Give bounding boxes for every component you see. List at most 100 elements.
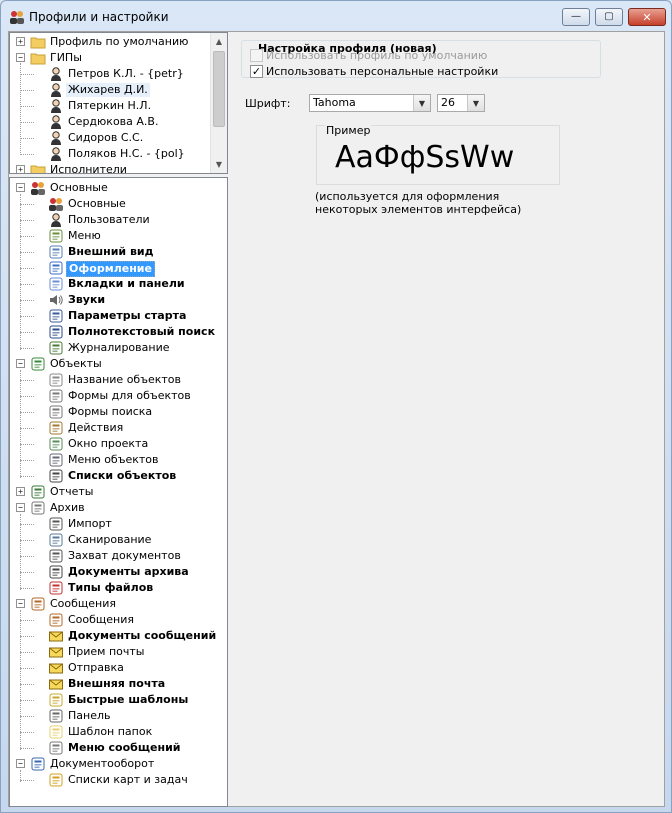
nav-tree-item[interactable]: Списки карт и задач (10, 772, 227, 788)
minimize-button[interactable]: — (562, 8, 590, 26)
nav-tree-item[interactable]: Прием почты (10, 644, 227, 660)
collapse-icon[interactable]: − (16, 183, 25, 192)
profile-tree-item[interactable]: Петров К.Л. - {petr} (10, 66, 227, 82)
tree-connector (20, 332, 34, 333)
scroll-up-icon[interactable]: ▲ (211, 33, 227, 50)
tree-connector (20, 220, 34, 221)
nav-tree-item[interactable]: Отправка (10, 660, 227, 676)
nav-tree-item[interactable]: Внешняя почта (10, 676, 227, 692)
font-name-select[interactable]: Tahoma ▼ (309, 94, 431, 112)
profile-tree-item[interactable]: + Профиль по умолчанию (10, 34, 227, 50)
envelope-icon (48, 676, 64, 692)
profile-tree-item[interactable]: Пятеркин Н.Л. (10, 98, 227, 114)
profile-tree-item[interactable]: Сидоров С.С. (10, 130, 227, 146)
nav-tree-item[interactable]: Звуки (10, 292, 227, 308)
profile-tree-item[interactable]: Жихарев Д.И. (10, 82, 227, 98)
nav-tree-item[interactable]: Название объектов (10, 372, 227, 388)
nav-tree-item[interactable]: − Архив (10, 500, 227, 516)
tree-connector (20, 588, 34, 589)
collapse-icon[interactable]: − (16, 503, 25, 512)
profiles-scrollbar[interactable]: ▲ ▼ (210, 33, 227, 173)
search-form-icon (48, 404, 64, 420)
nav-tree-item[interactable]: Панель (10, 708, 227, 724)
title-bar[interactable]: Профили и настройки — ▢ ✕ (1, 1, 671, 31)
use-personal-settings-checkbox[interactable]: ✓ (250, 64, 263, 78)
expand-icon[interactable]: + (16, 487, 25, 496)
nav-tree-item[interactable]: Меню сообщений (10, 740, 227, 756)
nav-tree-item[interactable]: − Документооборот (10, 756, 227, 772)
profile-tree-item[interactable]: Поляков Н.С. - {pol} (10, 146, 227, 162)
use-personal-settings-checkbox-row[interactable]: ✓ Использовать персональные настройки (250, 63, 498, 79)
tree-connector (20, 748, 34, 749)
profile-tree-item[interactable]: − ГИПы (10, 50, 227, 66)
nav-tree-item[interactable]: Действия (10, 420, 227, 436)
nav-tree-item[interactable]: Окно проекта (10, 436, 227, 452)
tree-guide-line (20, 370, 21, 478)
nav-tree-item[interactable]: Оформление (10, 260, 227, 277)
tree-item-label: Меню (68, 229, 101, 242)
nav-tree-item[interactable]: Внешний вид (10, 244, 227, 260)
tree-connector (20, 396, 34, 397)
use-default-profile-checkbox[interactable] (250, 48, 263, 62)
nav-tree-item[interactable]: Параметры старта (10, 308, 227, 324)
nav-tree-item[interactable]: Пользователи (10, 212, 227, 228)
nav-tree-item[interactable]: Шаблон папок (10, 724, 227, 740)
nav-tree-item[interactable]: Документы архива (10, 564, 227, 580)
tree-item-label: Петров К.Л. - {petr} (68, 67, 184, 80)
nav-tree-item[interactable]: Журналирование (10, 340, 227, 356)
maximize-button[interactable]: ▢ (595, 8, 623, 26)
nav-tree-item[interactable]: Меню объектов (10, 452, 227, 468)
expand-icon[interactable]: + (16, 37, 25, 46)
nav-tree-item[interactable]: Захват документов (10, 548, 227, 564)
tree-item-label: Окно проекта (68, 437, 149, 450)
font-size-select[interactable]: 26 ▼ (437, 94, 485, 112)
profile-tree-item[interactable]: Сердюкова А.В. (10, 114, 227, 130)
speaker-icon (48, 292, 64, 308)
chevron-down-icon[interactable]: ▼ (467, 95, 484, 111)
use-default-profile-checkbox-row[interactable]: Использовать профиль по умолчанию (250, 47, 487, 63)
nav-tree-item[interactable]: − Объекты (10, 356, 227, 372)
nav-tree-item[interactable]: Формы поиска (10, 404, 227, 420)
msg-docs-icon (48, 628, 64, 644)
profile-tree-item[interactable]: + Исполнители (10, 162, 227, 173)
nav-tree-item[interactable]: Типы файлов (10, 580, 227, 596)
tree-connector (20, 556, 34, 557)
collapse-icon[interactable]: − (16, 759, 25, 768)
scroll-down-icon[interactable]: ▼ (211, 156, 227, 173)
tree-guide-line (20, 514, 21, 590)
settings-nav-rows: − Основные Основные Пользователи Меню Внешний… (10, 180, 227, 788)
profiles-tree[interactable]: + Профиль по умолчанию − ГИПы Петров К.Л. - … (9, 32, 228, 174)
nav-tree-item[interactable]: Вкладки и панели (10, 276, 227, 292)
nav-tree-item[interactable]: Меню (10, 228, 227, 244)
collapse-icon[interactable]: − (16, 359, 25, 368)
nav-tree-item[interactable]: Быстрые шаблоны (10, 692, 227, 708)
nav-tree-item[interactable]: Документы сообщений (10, 628, 227, 644)
expand-icon[interactable]: + (16, 165, 25, 173)
nav-tree-item[interactable]: Формы для объектов (10, 388, 227, 404)
object-menu-icon (48, 452, 64, 468)
scroll-thumb[interactable] (213, 51, 225, 127)
user-icon (48, 130, 64, 146)
close-button[interactable]: ✕ (628, 8, 666, 26)
nav-tree-item[interactable]: Сообщения (10, 612, 227, 628)
tree-item-label: Шаблон папок (68, 725, 153, 738)
doc-archive-icon (48, 564, 64, 580)
settings-nav-tree[interactable]: − Основные Основные Пользователи Меню Внешний… (9, 177, 228, 807)
nav-tree-item[interactable]: Сканирование (10, 532, 227, 548)
collapse-icon[interactable]: − (16, 53, 25, 62)
tree-item-label: Параметры старта (68, 309, 187, 322)
nav-tree-item[interactable]: Списки объектов (10, 468, 227, 484)
appearance-icon (48, 244, 64, 260)
collapse-icon[interactable]: − (16, 599, 25, 608)
nav-tree-item[interactable]: − Основные (10, 180, 227, 196)
font-sample-box: Пример AaФфSsWw (316, 124, 560, 185)
nav-tree-item[interactable]: + Отчеты (10, 484, 227, 500)
tree-connector (20, 652, 34, 653)
chevron-down-icon[interactable]: ▼ (413, 95, 430, 111)
tree-connector (20, 540, 34, 541)
nav-tree-item[interactable]: Основные (10, 196, 227, 212)
tree-connector (20, 620, 34, 621)
nav-tree-item[interactable]: − Сообщения (10, 596, 227, 612)
nav-tree-item[interactable]: Импорт (10, 516, 227, 532)
nav-tree-item[interactable]: Полнотекстовый поиск (10, 324, 227, 340)
